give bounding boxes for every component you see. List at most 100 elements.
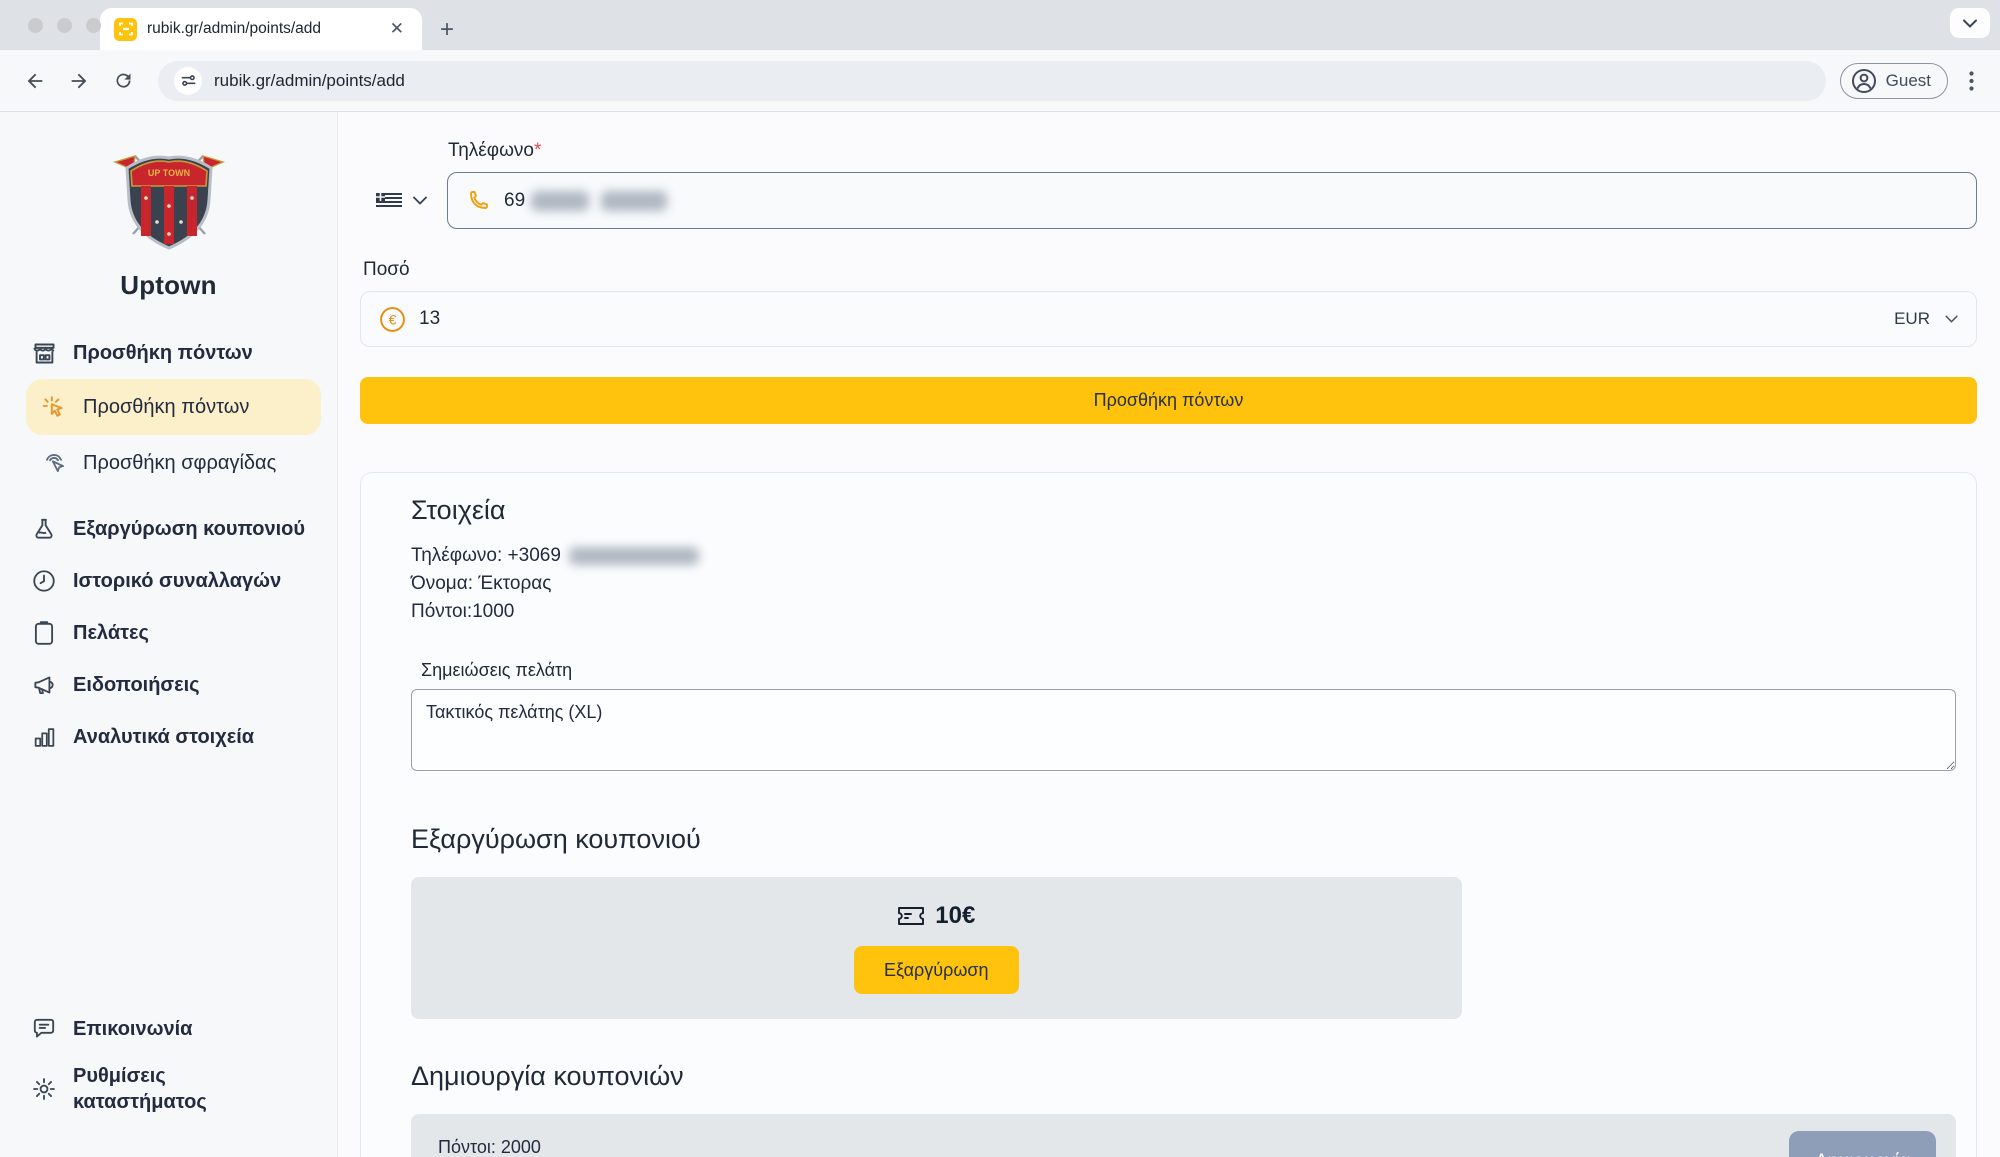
detail-points-line: Πόντοι:1000: [411, 598, 1956, 626]
ticket-icon: [897, 905, 925, 927]
browser-tab[interactable]: rubik.gr/admin/points/add ✕: [100, 8, 422, 50]
guest-label: Guest: [1886, 71, 1931, 91]
sidebar-item-label: Προσθήκη πόντων: [83, 396, 249, 419]
currency-label: EUR: [1894, 309, 1930, 329]
phone-field-label: Τηλέφωνο*: [448, 140, 1977, 162]
zoom-window-button[interactable]: [86, 18, 101, 33]
redeem-coupon-box: 10€ Εξαργύρωση: [411, 877, 1462, 1019]
sidebar-item-add-stamp[interactable]: Προσθήκη σφραγίδας: [26, 435, 321, 491]
user-avatar-icon: [1851, 68, 1877, 94]
sidebar-item-customers[interactable]: Πελάτες: [16, 607, 321, 659]
chevron-down-icon: [1945, 315, 1958, 323]
minimize-window-button[interactable]: [57, 18, 72, 33]
phone-redacted-blur: [601, 191, 667, 211]
greece-flag-icon: [375, 191, 403, 211]
sidebar-group-label: Προσθήκη πόντων: [73, 342, 253, 365]
tab-strip: rubik.gr/admin/points/add ✕ +: [0, 0, 2000, 50]
reload-icon[interactable]: [106, 64, 140, 98]
uptown-crest-logo: UP TOWN: [111, 134, 227, 256]
brand-block: UP TOWN Uptown: [0, 112, 337, 301]
tab-title: rubik.gr/admin/points/add: [147, 20, 384, 38]
details-title: Στοιχεία: [411, 495, 1956, 526]
chat-icon: [30, 1016, 58, 1042]
back-icon[interactable]: [18, 64, 52, 98]
sidebar-group-add-points[interactable]: Προσθήκη πόντων: [16, 327, 321, 379]
new-tab-button[interactable]: +: [440, 18, 454, 42]
phone-input[interactable]: 69: [447, 172, 1977, 229]
phone-value-prefix: 69: [504, 190, 525, 212]
sidebar-item-label: Προσθήκη σφραγίδας: [83, 452, 276, 475]
sidebar-item-transaction-history[interactable]: Ιστορικό συναλλαγών: [16, 555, 321, 607]
detail-phone-line: Τηλέφωνο: +3069: [411, 542, 1956, 570]
browser-window: rubik.gr/admin/points/add ✕ + rubik.gr/a…: [0, 0, 2000, 1157]
sidebar-item-label: Αναλυτικά στοιχεία: [73, 726, 254, 749]
sidebar-item-label: Ρυθμίσεις καταστήματος: [73, 1063, 251, 1115]
phone-icon: [466, 189, 490, 213]
url-text[interactable]: rubik.gr/admin/points/add: [214, 71, 405, 91]
sidebar-item-analytics[interactable]: Αναλυτικά στοιχεία: [16, 711, 321, 763]
sidebar-item-label: Εξαργύρωση κουπονιού: [73, 518, 305, 541]
tab-close-icon[interactable]: ✕: [384, 17, 410, 41]
logo-text: UP TOWN: [147, 168, 189, 178]
amount-input[interactable]: € 13 EUR: [360, 291, 1977, 347]
browser-menu-kebab-icon[interactable]: [1958, 64, 1984, 98]
sidebar-item-label: Πελάτες: [73, 622, 149, 645]
close-window-button[interactable]: [28, 18, 43, 33]
tap-icon: [40, 450, 68, 476]
sidebar-item-label: Επικοινωνία: [73, 1018, 192, 1041]
tab-search-chevron-icon[interactable]: [1950, 8, 1990, 38]
amount-field-label: Ποσό: [363, 259, 1977, 281]
sidebar-item-add-points[interactable]: Προσθήκη πόντων: [26, 379, 321, 435]
gear-icon: [30, 1076, 58, 1102]
coupon-points: Πόντοι: 2000: [438, 1137, 1789, 1157]
sidebar-item-store-settings[interactable]: Ρυθμίσεις καταστήματος: [16, 1055, 321, 1123]
create-coupons-title: Δημιουργία κουπονιών: [411, 1061, 1956, 1092]
bar-chart-icon: [30, 725, 58, 750]
sidebar-item-notifications[interactable]: Ειδοποιήσεις: [16, 659, 321, 711]
brand-name: Uptown: [120, 270, 217, 301]
site-settings-tune-icon[interactable]: [174, 67, 202, 95]
redeem-button[interactable]: Εξαργύρωση: [854, 946, 1018, 994]
window-controls[interactable]: [28, 18, 101, 33]
redeem-amount: 10€: [935, 902, 975, 930]
clipboard-icon: [30, 620, 58, 646]
flask-icon: [30, 516, 58, 542]
megaphone-icon: [30, 672, 58, 698]
euro-glyph: €: [389, 311, 397, 327]
cursor-click-icon: [40, 394, 68, 420]
customer-notes-label: Σημειώσεις πελάτη: [421, 660, 1956, 681]
url-bar[interactable]: rubik.gr/admin/points/add: [158, 61, 1826, 101]
amount-value: 13: [419, 308, 1894, 330]
detail-phone-redacted-blur: [569, 547, 699, 565]
required-asterisk: *: [534, 140, 541, 161]
main-content: Τηλέφωνο* 69 Ποσό: [338, 112, 2000, 1157]
currency-selector[interactable]: EUR: [1894, 309, 1958, 329]
sidebar: UP TOWN Uptown Προσθήκη πόντων Προσθήκη …: [0, 112, 338, 1157]
storefront-icon: [30, 340, 58, 367]
site-favicon-scan-icon: [114, 18, 137, 41]
phone-row: 69: [360, 172, 1977, 229]
detail-name-line: Όνομα: Έκτορας: [411, 570, 1956, 598]
phone-redacted-blur: [531, 191, 589, 211]
customer-notes-textarea[interactable]: Τακτικός πελάτης (XL): [411, 689, 1956, 771]
profile-guest-button[interactable]: Guest: [1840, 63, 1948, 99]
browser-toolbar: rubik.gr/admin/points/add Guest: [0, 50, 2000, 112]
detail-phone-text: Τηλέφωνο: +3069: [411, 545, 561, 566]
sidebar-item-redeem-coupon[interactable]: Εξαργύρωση κουπονιού: [16, 503, 321, 555]
sidebar-item-label: Ιστορικό συναλλαγών: [73, 570, 281, 593]
sidebar-footer-menu: Επικοινωνία Ρυθμίσεις καταστήματος: [0, 1003, 337, 1157]
coupon-row: Πόντοι: 2000 10€ Δημιουργία: [411, 1114, 1956, 1157]
euro-icon: €: [379, 306, 406, 333]
forward-icon[interactable]: [62, 64, 96, 98]
clock-icon: [30, 568, 58, 594]
customer-details-card: Στοιχεία Τηλέφωνο: +3069 Όνομα: Έκτορας …: [360, 472, 1977, 1157]
phone-label-text: Τηλέφωνο: [448, 140, 534, 161]
country-code-selector[interactable]: [375, 191, 427, 211]
sidebar-menu: Προσθήκη πόντων Προσθήκη πόντων Προσθήκη…: [0, 327, 337, 763]
add-points-button[interactable]: Προσθήκη πόντων: [360, 377, 1977, 424]
sidebar-item-label: Ειδοποιήσεις: [73, 674, 200, 697]
sidebar-item-contact[interactable]: Επικοινωνία: [16, 1003, 321, 1055]
redeem-section-title: Εξαργύρωση κουπονιού: [411, 824, 1956, 855]
create-coupon-button[interactable]: Δημιουργία: [1789, 1131, 1936, 1157]
chevron-down-icon: [413, 196, 427, 205]
